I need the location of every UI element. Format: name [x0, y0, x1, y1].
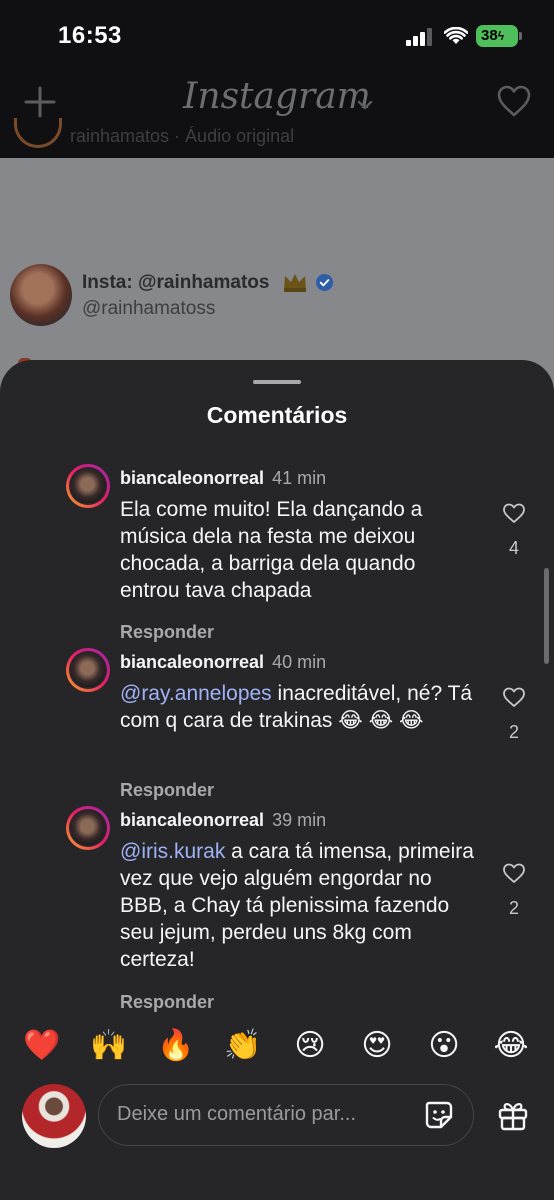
chevron-down-icon[interactable]: [356, 98, 374, 112]
post-author-name: Insta: @rainhamatos: [82, 272, 270, 293]
comment-input-placeholder: Deixe um comentário par...: [117, 1103, 356, 1125]
comment-body: Ela come muito! Ela dançando a música de…: [120, 498, 423, 602]
charging-bolt-icon: ϟ: [497, 29, 505, 43]
post-author-avatar: [10, 264, 72, 326]
comment-time: 39 min: [272, 810, 327, 830]
like-count: 2: [508, 722, 519, 742]
instagram-logo[interactable]: Instagram: [0, 76, 554, 117]
emoji-reaction-bar: ❤️ 🙌 🔥 👏 😢 😍 😮 😂: [0, 1012, 554, 1076]
verified-badge-icon: [315, 273, 334, 292]
battery-level: 38: [481, 27, 498, 44]
comment-input[interactable]: Deixe um comentário par...: [98, 1084, 474, 1146]
sheet-grabber[interactable]: [253, 380, 301, 384]
crown-emoji-icon: [284, 274, 306, 292]
like-heart-icon[interactable]: [502, 862, 526, 884]
reply-button[interactable]: Responder: [120, 992, 214, 1013]
comment-mention[interactable]: @ray.annelopes: [120, 682, 272, 705]
comment-text: @iris.kurak a cara tá imensa, primeira v…: [120, 838, 480, 973]
emoji-clapping-icon[interactable]: 👏: [223, 1026, 263, 1066]
commenter-avatar[interactable]: [66, 648, 110, 692]
post-author-handle: @rainhamatoss: [82, 298, 216, 319]
comment-username[interactable]: biancaleonorreal: [120, 810, 264, 830]
emoji-heart-icon[interactable]: ❤️: [22, 1026, 62, 1066]
notifications-heart-icon[interactable]: [496, 84, 532, 118]
sticker-icon[interactable]: [423, 1099, 455, 1131]
battery-indicator: 38ϟ: [476, 25, 518, 47]
dimmed-audio-line: rainhamatos · Áudio original: [70, 126, 295, 146]
comment-username[interactable]: biancaleonorreal: [120, 652, 264, 672]
comment-composer: Deixe um comentário par...: [0, 1076, 554, 1200]
comment-header: biancaleonorreal 39 min: [120, 810, 326, 831]
current-user-avatar: [22, 1084, 86, 1148]
gift-icon[interactable]: [496, 1098, 530, 1132]
comment-time: 40 min: [272, 652, 327, 672]
wifi-icon: [444, 27, 468, 44]
cellular-signal-icon: [406, 28, 432, 46]
comment-mention[interactable]: @iris.kurak: [120, 840, 225, 863]
reply-button[interactable]: Responder: [120, 622, 214, 643]
like-count: 2: [508, 898, 519, 918]
emoji-laughing-icon[interactable]: 😂: [491, 1026, 531, 1066]
comment-username[interactable]: biancaleonorreal: [120, 468, 264, 488]
status-time: 16:53: [58, 22, 122, 49]
comment-header: biancaleonorreal 41 min: [120, 468, 326, 489]
like-heart-icon[interactable]: [502, 686, 526, 708]
comment-text: Ela come muito! Ela dançando a música de…: [120, 496, 480, 604]
commenter-avatar[interactable]: [66, 464, 110, 508]
emoji-crying-icon[interactable]: 😢: [290, 1026, 330, 1066]
sheet-title: Comentários: [206, 402, 348, 428]
comment-time: 41 min: [272, 468, 327, 488]
reply-button[interactable]: Responder: [120, 780, 214, 801]
status-bar: 16:53 38ϟ: [0, 0, 554, 70]
like-count: 4: [508, 538, 519, 558]
comment-header: biancaleonorreal 40 min: [120, 652, 326, 673]
emoji-raised-hands-icon[interactable]: 🙌: [89, 1026, 129, 1066]
battery-tip: [519, 32, 522, 40]
emoji-heart-eyes-icon[interactable]: 😍: [357, 1026, 397, 1066]
scrollbar[interactable]: [544, 568, 549, 664]
commenter-avatar[interactable]: [66, 806, 110, 850]
comment-text: @ray.annelopes inacreditável, né? Tá com…: [120, 680, 480, 734]
emoji-surprised-icon[interactable]: 😮: [424, 1026, 464, 1066]
like-heart-icon[interactable]: [502, 502, 526, 524]
emoji-fire-icon[interactable]: 🔥: [156, 1026, 196, 1066]
